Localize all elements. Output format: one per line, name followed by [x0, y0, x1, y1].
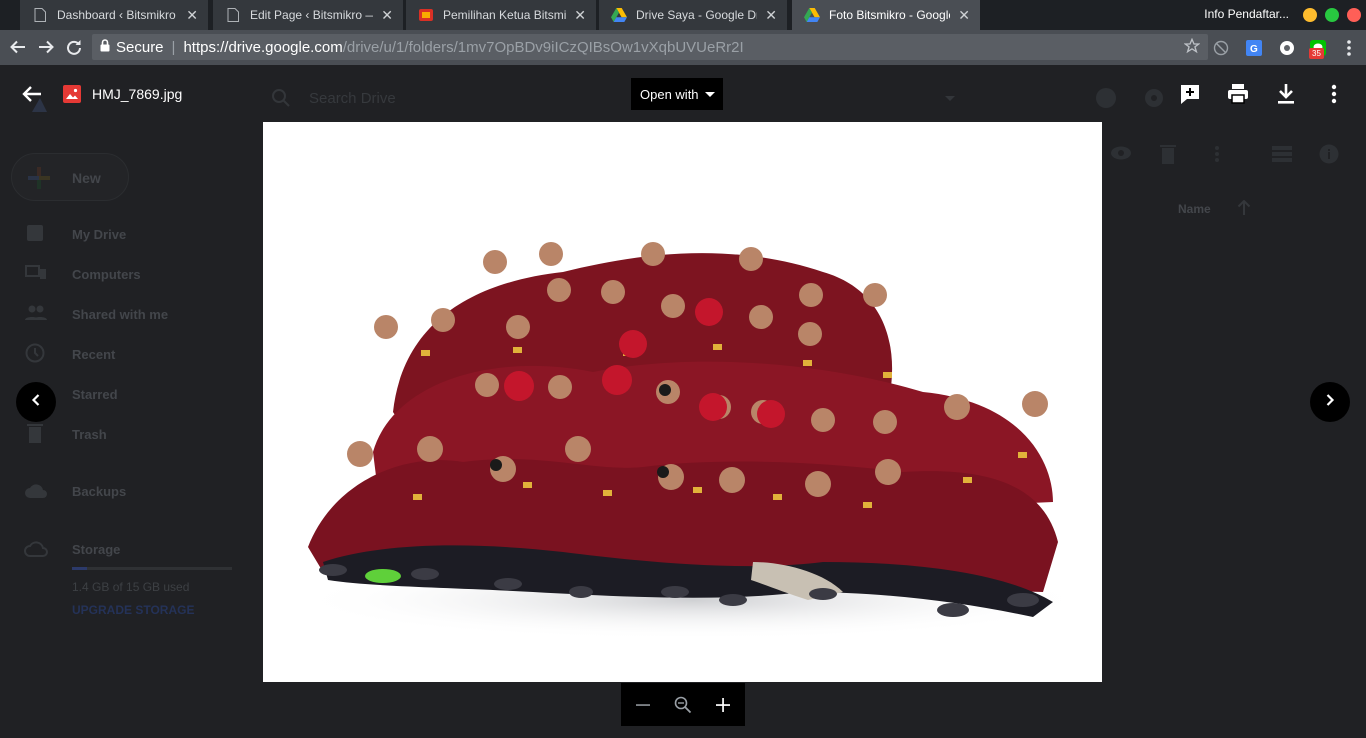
browser-tab-strip: Dashboard ‹ Bitsmikro — W ✕ Edit Page ‹ … — [0, 0, 1366, 30]
nav-trash: Trash — [72, 427, 107, 442]
extension-circle-icon[interactable] — [1278, 39, 1296, 57]
close-icon[interactable]: ✕ — [186, 8, 198, 22]
url-path: /drive/u/1/folders/1mv7OpBDv9iICzQIBsOw1… — [342, 38, 744, 56]
svg-text:G: G — [1250, 44, 1258, 55]
close-icon[interactable]: ✕ — [381, 8, 393, 22]
storage-bar — [72, 567, 232, 570]
storage-bar-fill — [72, 567, 87, 570]
nav-computers: Computers — [72, 267, 141, 282]
tab-edit-page[interactable]: Edit Page ‹ Bitsmikro — W ✕ — [213, 0, 403, 30]
nav-recent: Recent — [72, 347, 116, 362]
window-close-button[interactable] — [1347, 8, 1361, 22]
nav-backups: Backups — [72, 484, 127, 499]
info-icon — [1319, 144, 1339, 164]
sync-disabled-icon[interactable] — [1212, 39, 1230, 57]
print-icon[interactable] — [1226, 82, 1250, 106]
open-with-label: Open with — [640, 86, 699, 102]
more-actions-icon — [1214, 145, 1220, 165]
my-drive-icon — [25, 223, 45, 243]
nav-starred: Starred — [72, 387, 118, 402]
chevron-down-icon — [705, 92, 715, 97]
url-host: https://drive.google.com — [183, 38, 343, 56]
screen: Dashboard ‹ Bitsmikro — W ✕ Edit Page ‹ … — [0, 0, 1366, 738]
tab-title: Dashboard ‹ Bitsmikro — W — [57, 8, 178, 22]
search-options-caret-icon — [944, 92, 956, 104]
help-icon — [1095, 87, 1116, 108]
browser-menu-icon[interactable] — [1340, 39, 1358, 57]
browser-profile-name[interactable]: Info Pendaftar... — [1204, 7, 1289, 21]
page-icon — [32, 7, 48, 23]
address-bar[interactable]: Secure | https://drive.google.com/drive/… — [92, 34, 1208, 60]
zoom-out-icon[interactable] — [631, 693, 655, 717]
settings-gear-icon — [1143, 87, 1163, 107]
tab-title: Drive Saya - Google Drive — [636, 8, 757, 22]
nav-shared-with-me: Shared with me — [72, 307, 169, 322]
browser-toolbar: Secure | https://drive.google.com/drive/… — [0, 30, 1366, 65]
translate-icon[interactable]: G — [1245, 39, 1263, 57]
tab-dashboard[interactable]: Dashboard ‹ Bitsmikro — W ✕ — [20, 0, 208, 30]
bookmark-star-icon[interactable] — [1183, 37, 1201, 58]
file-name: HMJ_7869.jpg — [92, 86, 183, 102]
open-with-button[interactable]: Open with — [631, 78, 723, 110]
reload-icon[interactable] — [63, 36, 85, 58]
back-arrow-icon[interactable] — [7, 36, 29, 58]
plus-multicolor-icon — [28, 167, 50, 189]
storage-used-text: 1.4 GB of 15 GB used — [72, 580, 190, 594]
tab-foto-bitsmikro[interactable]: Foto Bitsmikro - Google D ✕ — [792, 0, 980, 30]
sort-arrow-up-icon — [1237, 199, 1251, 216]
tab-title: Foto Bitsmikro - Google D — [829, 8, 950, 22]
shared-icon — [25, 303, 47, 323]
next-image-button[interactable] — [1310, 382, 1350, 422]
url-separator: | — [171, 38, 176, 56]
page-icon — [225, 7, 241, 23]
lock-icon — [100, 38, 110, 56]
trash-icon — [27, 423, 47, 443]
more-vert-icon[interactable] — [1322, 82, 1346, 106]
sort-name-label: Name — [1178, 202, 1211, 216]
search-icon — [271, 88, 291, 108]
close-icon[interactable]: ✕ — [765, 8, 777, 22]
download-icon[interactable] — [1274, 82, 1298, 106]
upgrade-storage-link: UPGRADE STORAGE — [72, 603, 195, 617]
new-button-label: New — [72, 170, 101, 186]
cloud-icon — [24, 481, 48, 501]
google-drive-icon — [611, 7, 627, 23]
extension-badge: 35 — [1309, 48, 1324, 59]
tab-title: Edit Page ‹ Bitsmikro — W — [250, 8, 373, 22]
google-drive-icon — [804, 7, 820, 23]
clock-icon — [25, 343, 45, 363]
search-placeholder: Search Drive — [309, 90, 396, 107]
computers-icon — [25, 263, 46, 283]
close-icon[interactable]: ✕ — [574, 8, 586, 22]
preview-eye-icon — [1110, 144, 1132, 164]
zoom-controls — [621, 683, 745, 726]
chevron-left-icon — [30, 393, 42, 412]
close-icon[interactable]: ✕ — [958, 8, 970, 22]
nav-my-drive: My Drive — [72, 227, 127, 242]
zoom-in-icon[interactable] — [711, 693, 735, 717]
image-file-icon — [63, 85, 81, 103]
list-view-icon — [1272, 146, 1292, 166]
add-to-drive-icon[interactable] — [1178, 82, 1202, 106]
tab-title: Pemilihan Ketua Bitsmikro — [443, 8, 567, 22]
image-preview — [263, 122, 1102, 682]
zoom-reset-icon[interactable] — [671, 693, 695, 717]
viewer-back-arrow-icon[interactable] — [20, 82, 44, 106]
chevron-right-icon — [1324, 393, 1336, 412]
bitsmikro-logo-icon — [418, 7, 434, 23]
security-label: Secure — [116, 38, 164, 56]
tab-drive-saya[interactable]: Drive Saya - Google Drive ✕ — [599, 0, 787, 30]
previous-image-button[interactable] — [16, 382, 56, 422]
tab-pemilihan-ketua[interactable]: Pemilihan Ketua Bitsmikro ✕ — [406, 0, 596, 30]
window-minimize-button[interactable] — [1303, 8, 1317, 22]
storage-label: Storage — [72, 542, 121, 557]
delete-icon — [1160, 144, 1180, 164]
forward-arrow-icon[interactable] — [35, 36, 57, 58]
window-maximize-button[interactable] — [1325, 8, 1339, 22]
storage-cloud-icon — [24, 539, 48, 559]
